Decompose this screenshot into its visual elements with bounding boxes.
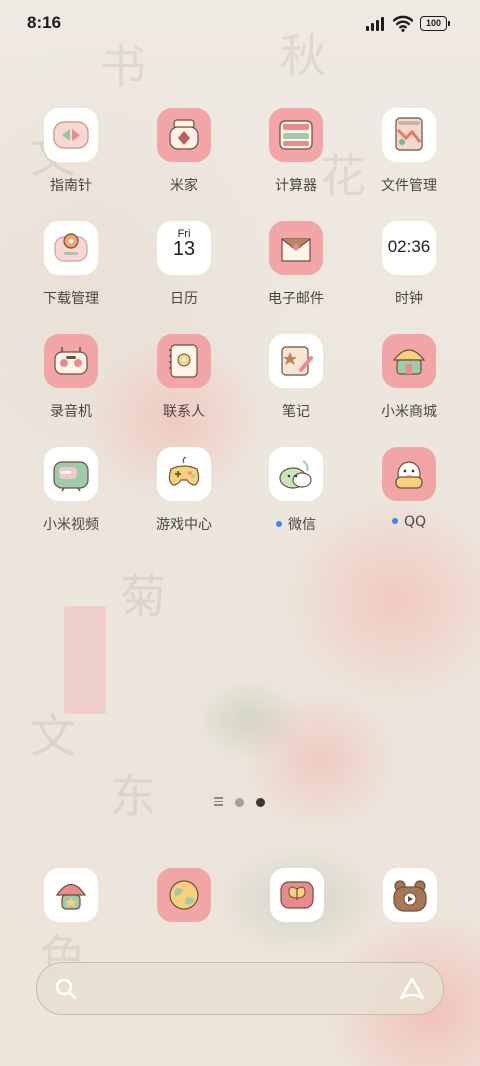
app-label: 微信	[240, 514, 352, 534]
app-label: QQ	[353, 514, 465, 530]
app-label: 小米商城	[381, 404, 437, 420]
app-label: 联系人	[163, 404, 205, 420]
app-calendar[interactable]: Fri 13 日历	[128, 221, 240, 321]
phone-mushroom-icon[interactable]	[44, 868, 98, 922]
new-badge-dot	[276, 521, 282, 527]
wallpaper-calligraphy: 东	[110, 769, 156, 823]
mijia-icon	[157, 108, 211, 162]
app-game-center[interactable]: 游戏中心	[128, 447, 240, 547]
file-manager-icon	[382, 108, 436, 162]
app-clock[interactable]: 02:36 时钟	[353, 221, 465, 321]
qq-icon	[382, 447, 436, 501]
camera-bear-icon[interactable]	[383, 868, 437, 922]
app-mi-store[interactable]: 小米商城	[353, 334, 465, 434]
app-label: 电子邮件	[268, 291, 324, 307]
status-time: 8:16	[27, 13, 62, 32]
notes-icon	[269, 334, 323, 388]
app-label: 录音机	[50, 404, 92, 420]
recorder-icon	[44, 334, 98, 388]
app-label-text: QQ	[403, 514, 427, 530]
page-indicator[interactable]	[0, 797, 480, 809]
app-label: 下载管理	[43, 291, 99, 307]
signal-icon	[366, 17, 388, 31]
calculator-icon	[269, 108, 323, 162]
app-compass[interactable]: 指南针	[15, 108, 127, 208]
download-manager-icon	[44, 221, 98, 275]
status-bar: 8:16 100	[0, 0, 480, 50]
app-label-text: 微信	[288, 517, 316, 533]
page-dot-1[interactable]	[235, 798, 244, 807]
app-notes[interactable]: 笔记	[240, 334, 352, 434]
clock-time: 02:36	[387, 237, 431, 256]
wallpaper-seal	[64, 606, 106, 714]
app-label: 文件管理	[381, 178, 437, 194]
clock-icon: 02:36	[382, 221, 436, 275]
app-label: 游戏中心	[156, 517, 212, 533]
calendar-date: 13	[172, 238, 196, 260]
browser-globe-icon[interactable]	[157, 868, 211, 922]
app-drawer-indicator-icon[interactable]	[214, 797, 224, 808]
messages-butterfly-icon[interactable]	[270, 868, 324, 922]
search-bar[interactable]	[36, 962, 444, 1015]
battery-icon: 100	[420, 16, 450, 31]
wifi-icon	[393, 15, 413, 32]
assistant-icon[interactable]	[398, 976, 426, 1002]
mi-video-icon	[44, 447, 98, 501]
app-label: 计算器	[275, 178, 317, 194]
page-dot-2-active[interactable]	[256, 798, 265, 807]
app-label: 米家	[170, 178, 198, 194]
app-contacts[interactable]: 联系人	[128, 334, 240, 434]
email-icon	[269, 221, 323, 275]
app-mijia[interactable]: 米家	[128, 108, 240, 208]
app-label: 小米视频	[43, 517, 99, 533]
calendar-icon: Fri 13	[157, 221, 211, 275]
app-label: 时钟	[395, 291, 423, 307]
app-label: 日历	[170, 291, 198, 307]
app-qq[interactable]: QQ	[353, 447, 465, 547]
wallpaper-calligraphy: 菊	[120, 569, 166, 623]
app-calculator[interactable]: 计算器	[240, 108, 352, 208]
game-center-icon	[157, 447, 211, 501]
contacts-icon	[157, 334, 211, 388]
mi-store-icon	[382, 334, 436, 388]
search-icon[interactable]	[54, 977, 78, 1001]
app-wechat[interactable]: 微信	[240, 447, 352, 547]
app-recorder[interactable]: 录音机	[15, 334, 127, 434]
app-mi-video[interactable]: 小米视频	[15, 447, 127, 547]
app-file-manager[interactable]: 文件管理	[353, 108, 465, 208]
app-label: 指南针	[50, 178, 92, 194]
new-badge-dot	[391, 518, 398, 524]
compass-icon	[44, 108, 98, 162]
app-label: 笔记	[282, 404, 310, 420]
app-email[interactable]: 电子邮件	[240, 221, 352, 321]
app-download-manager[interactable]: 下载管理	[15, 221, 127, 321]
wechat-icon	[269, 447, 323, 501]
